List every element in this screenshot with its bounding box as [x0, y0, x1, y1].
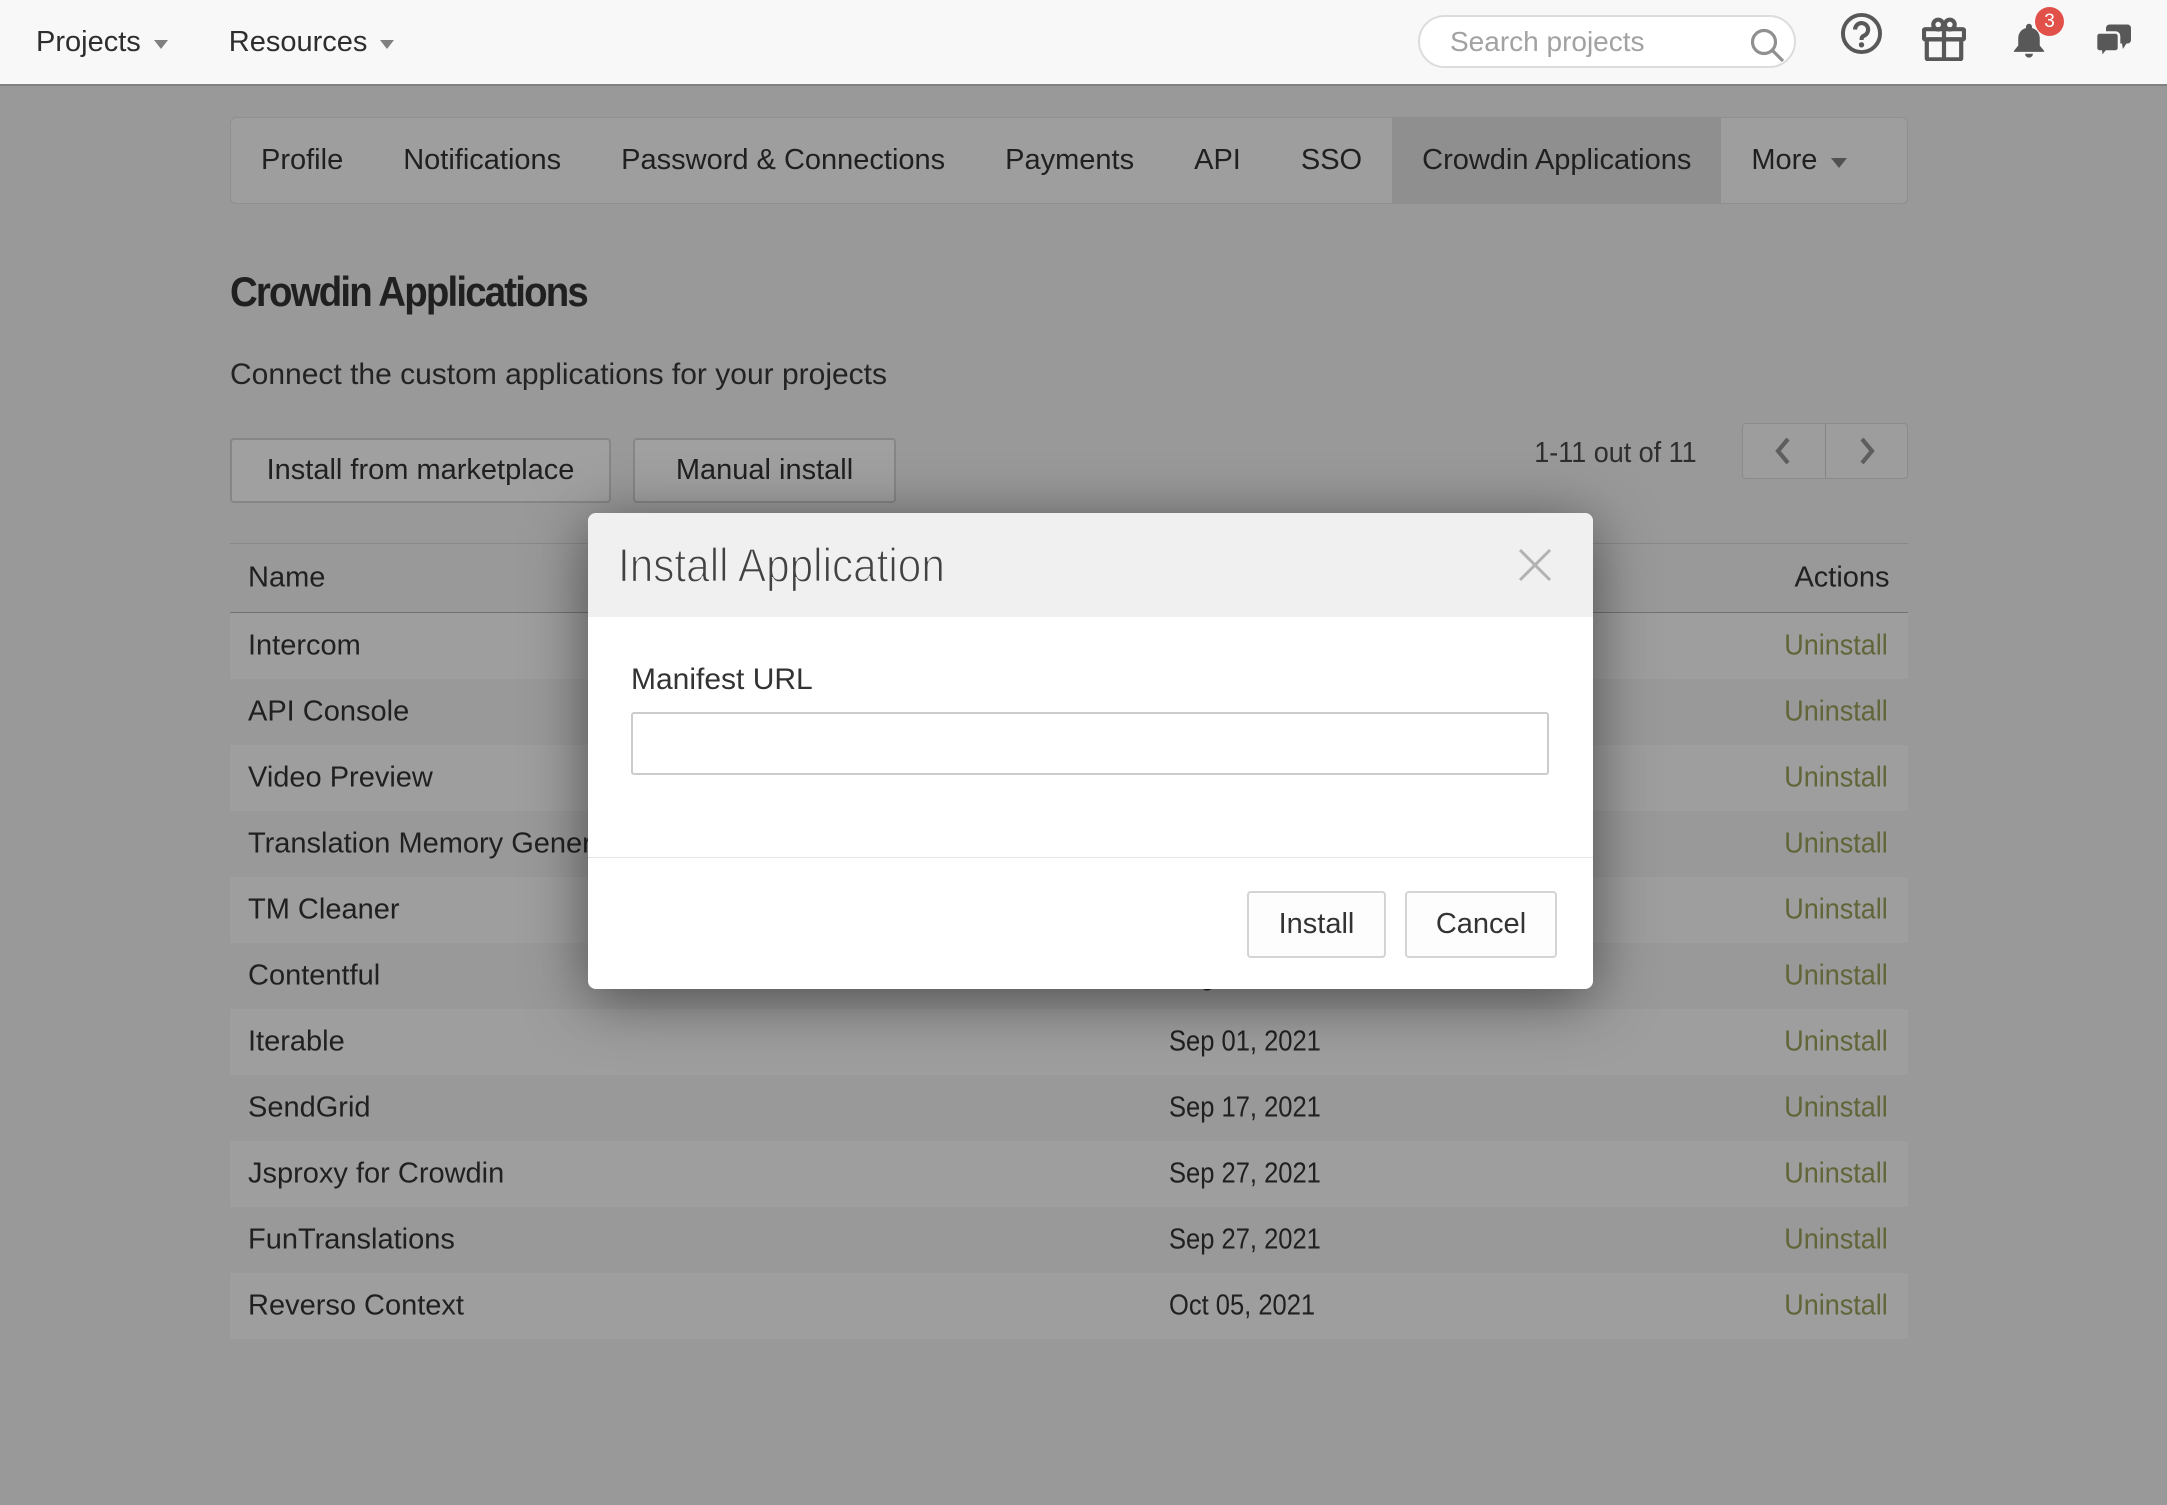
close-icon[interactable] [1517, 547, 1553, 583]
modal-footer: Install Cancel [588, 857, 1593, 989]
install-button[interactable]: Install [1247, 891, 1386, 958]
navbar-icons: 3 [0, 0, 2167, 84]
modal-header: Install Application [588, 513, 1593, 617]
manifest-url-label: Manifest URL [631, 663, 813, 697]
manifest-url-input[interactable] [631, 712, 1549, 775]
chat-icon[interactable] [2095, 24, 2131, 58]
help-icon[interactable] [1840, 12, 1883, 55]
cancel-button[interactable]: Cancel [1405, 891, 1557, 958]
modal-title: Install Application [618, 538, 945, 593]
install-application-modal: Install Application Manifest URL Install… [588, 513, 1593, 989]
gift-icon[interactable] [1922, 17, 1966, 61]
top-navbar: Projects Resources 3 [0, 0, 2167, 84]
notification-badge: 3 [2035, 7, 2064, 36]
